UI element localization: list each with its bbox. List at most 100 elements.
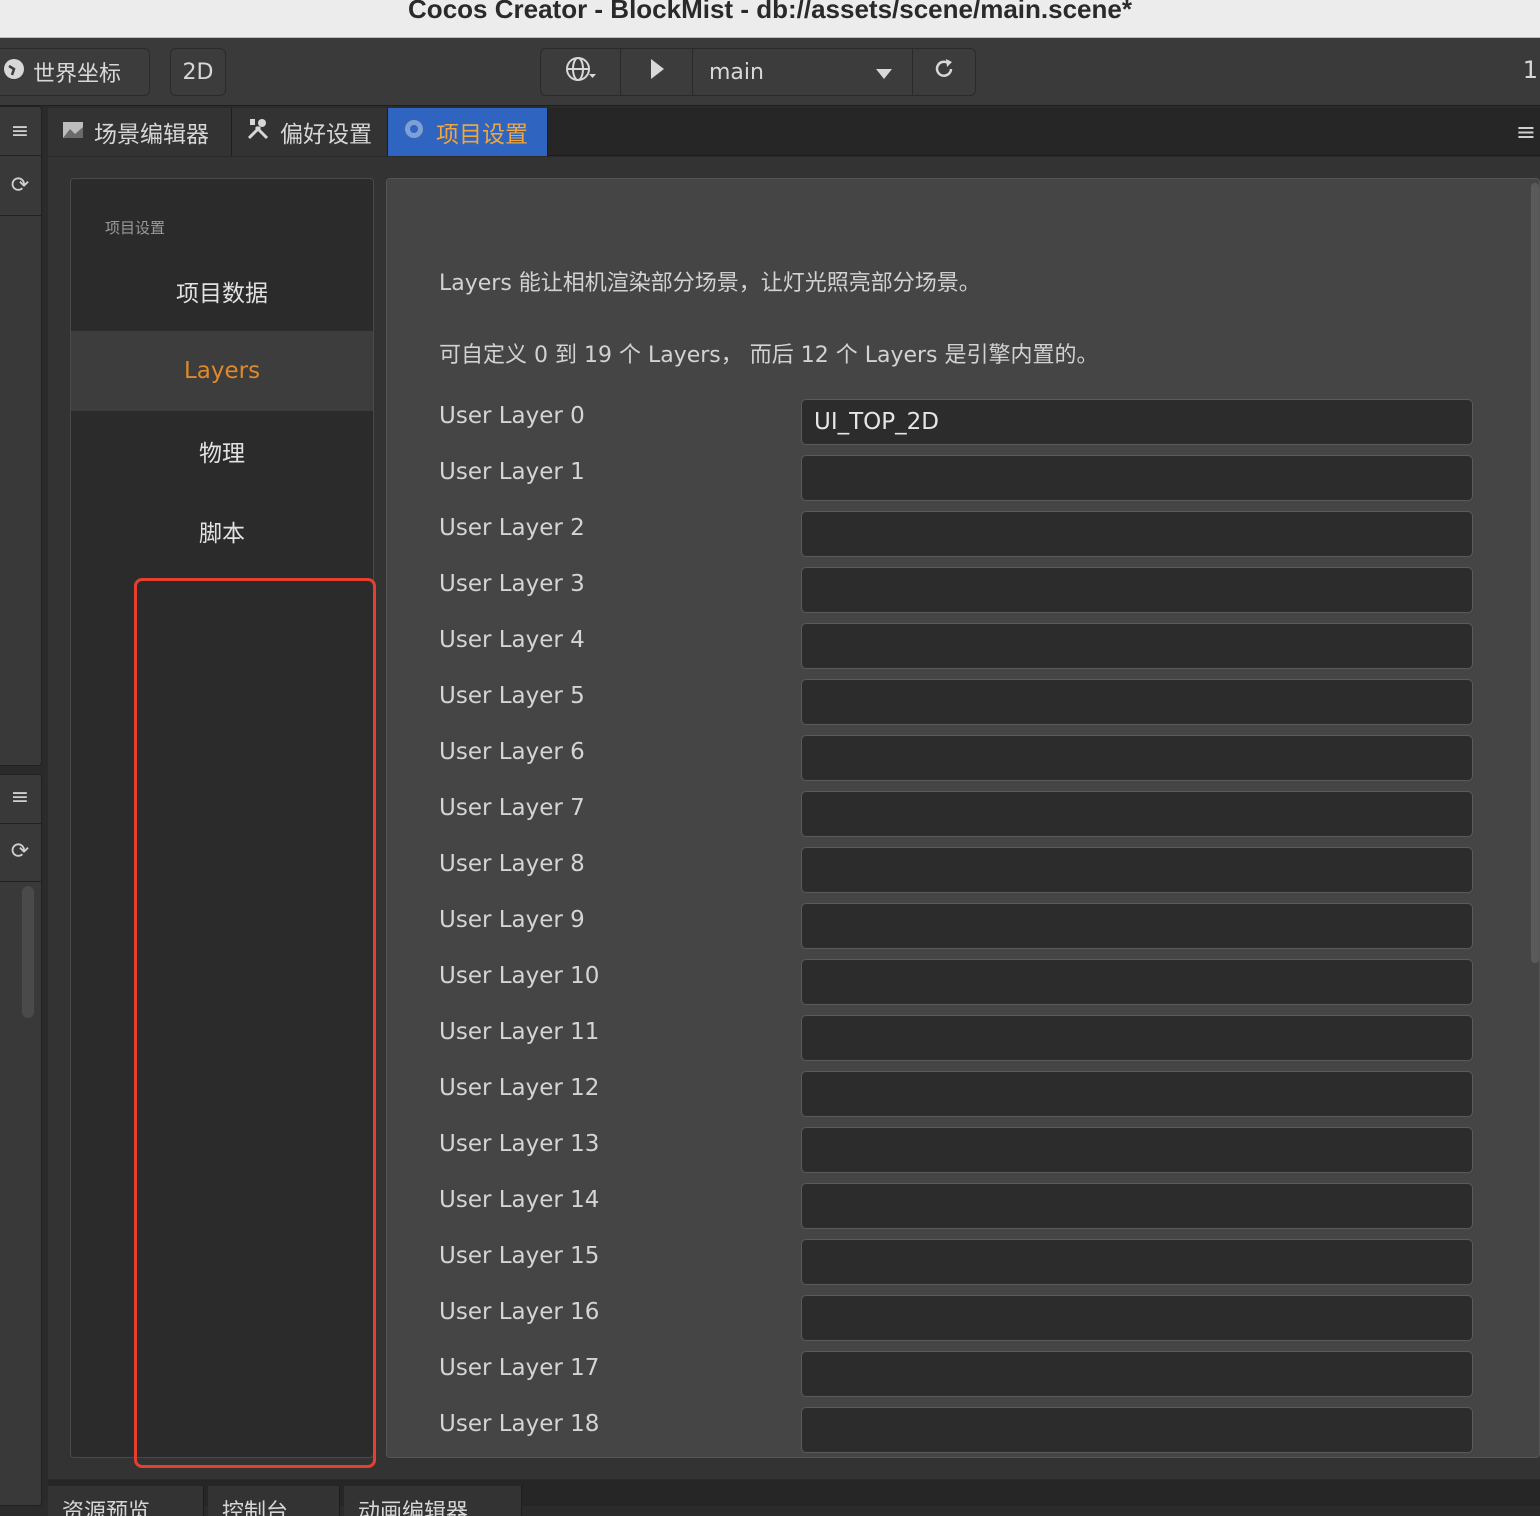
layer-name-input[interactable] [801,1407,1473,1453]
tab-label: 控制台 [222,1500,289,1516]
layer-label: User Layer 7 [439,795,585,821]
layer-row: User Layer 7 [387,791,1537,847]
preview-controls: main [540,48,976,96]
mode-2d-label: 2D [182,59,214,85]
layer-label: User Layer 11 [439,1019,600,1045]
layer-label: User Layer 6 [439,739,585,765]
layer-name-input[interactable] [801,455,1473,501]
scene-select-value: main [709,59,764,85]
editor-tab-bar: 场景编辑器 偏好设置 项目设置 ≡ [48,108,1540,156]
layer-name-input[interactable] [801,1351,1473,1397]
layer-row: User Layer 15 [387,1239,1537,1295]
nav-item-physics[interactable]: 物理 [71,411,373,491]
layer-row: User Layer 4 [387,623,1537,679]
layer-name-input[interactable] [801,1183,1473,1229]
layers-description: Layers 能让相机渲染部分场景，让灯光照亮部分场景。 [439,271,981,296]
layer-row: User Layer 6 [387,735,1537,791]
layer-label: User Layer 18 [439,1411,600,1437]
tab-project-settings[interactable]: 项目设置 [388,108,548,156]
layer-label: User Layer 16 [439,1299,600,1325]
nav-item-label: 物理 [199,441,245,467]
refresh-icon [933,58,955,86]
layer-name-input[interactable] [801,791,1473,837]
layer-row: User Layer 10 [387,959,1537,1015]
nav-heading: 项目设置 [105,219,166,237]
scrollbar[interactable] [1531,183,1539,963]
tab-animation-editor[interactable]: 动画编辑器 [344,1486,522,1516]
nav-item-project-data[interactable]: 项目数据 [71,251,373,331]
layer-name-input[interactable] [801,623,1473,669]
layer-label: User Layer 0 [439,403,585,429]
world-coords-button[interactable]: 世界坐标 [0,48,150,96]
layer-label: User Layer 1 [439,459,585,485]
tab-label: 动画编辑器 [358,1500,469,1516]
platform-globe-dropdown[interactable] [541,49,621,95]
globe-pin-icon [3,58,25,86]
layer-name-input[interactable] [801,1239,1473,1285]
layer-name-input[interactable] [801,679,1473,725]
layer-name-input[interactable] [801,847,1473,893]
layer-name-input[interactable] [801,903,1473,949]
menu-icon[interactable]: ≡ [0,111,40,151]
bottom-tab-bar: 资源预览 控制台 动画编辑器 [48,1480,1540,1516]
layer-row: User Layer 18 [387,1407,1537,1457]
layer-row: User Layer 13 [387,1127,1537,1183]
refresh-icon[interactable]: ⟳ [0,165,40,205]
layer-name-input[interactable] [801,1015,1473,1061]
scene-select[interactable]: main [693,49,913,95]
layer-label: User Layer 17 [439,1355,600,1381]
layer-name-input[interactable] [801,1295,1473,1341]
globe-icon [565,56,596,88]
layer-label: User Layer 5 [439,683,585,709]
tab-label: 场景编辑器 [94,122,209,148]
hierarchy-panel-collapsed: ≡ ⟳ [0,106,42,766]
window-title-bar: Cocos Creator - BlockMist - db://assets/… [0,0,1540,38]
gear-icon [402,117,426,147]
nav-item-scripts[interactable]: 脚本 [71,491,373,571]
layer-label: User Layer 4 [439,627,585,653]
tab-console[interactable]: 控制台 [208,1486,340,1516]
refresh-icon[interactable]: ⟳ [0,831,40,871]
layer-label: User Layer 3 [439,571,585,597]
layer-row: User Layer 0 [387,399,1537,455]
layer-row: User Layer 5 [387,679,1537,735]
layer-row: User Layer 16 [387,1295,1537,1351]
layer-row: User Layer 1 [387,455,1537,511]
layer-name-input[interactable] [801,511,1473,557]
refresh-button[interactable] [913,49,975,95]
tab-scene-editor[interactable]: 场景编辑器 [48,108,232,156]
menu-icon[interactable]: ≡ [0,777,40,817]
tools-icon [246,117,270,147]
tab-menu-icon[interactable]: ≡ [1516,118,1536,146]
layer-label: User Layer 10 [439,963,600,989]
tab-preferences[interactable]: 偏好设置 [232,108,388,156]
layer-name-input[interactable] [801,567,1473,613]
layer-row: User Layer 2 [387,511,1537,567]
scrollbar[interactable] [22,886,34,1018]
left-dock-strip: ≡ ⟳ ≡ ⟳ [0,106,44,1506]
layer-label: User Layer 13 [439,1131,600,1157]
scene-toolbar: 世界坐标 2D main 1 [0,38,1540,106]
highlight-annotation-box [134,578,376,1468]
layer-name-input[interactable] [801,399,1473,445]
layer-label: User Layer 12 [439,1075,600,1101]
layer-row: User Layer 12 [387,1071,1537,1127]
nav-item-layers[interactable]: Layers [71,331,373,411]
layer-name-input[interactable] [801,735,1473,781]
mode-2d-button[interactable]: 2D [170,48,226,96]
chevron-down-icon [876,60,892,85]
nav-item-label: Layers [183,358,261,384]
layer-label: User Layer 9 [439,907,585,933]
tab-asset-preview[interactable]: 资源预览 [48,1486,204,1516]
layer-name-input[interactable] [801,1127,1473,1173]
layer-name-input[interactable] [801,959,1473,1005]
toolbar-right-number: 1 [1522,56,1538,84]
layers-settings-panel: Layers 能让相机渲染部分场景，让灯光照亮部分场景。 可自定义 0 到 19… [386,178,1540,1458]
layer-row: User Layer 14 [387,1183,1537,1239]
layer-label: User Layer 15 [439,1243,600,1269]
layer-label: User Layer 2 [439,515,585,541]
layer-name-input[interactable] [801,1071,1473,1117]
tab-label: 资源预览 [62,1500,151,1516]
layers-description-range: 可自定义 0 到 19 个 Layers， 而后 12 个 Layers 是引擎… [439,343,1099,368]
play-button[interactable] [621,49,693,95]
